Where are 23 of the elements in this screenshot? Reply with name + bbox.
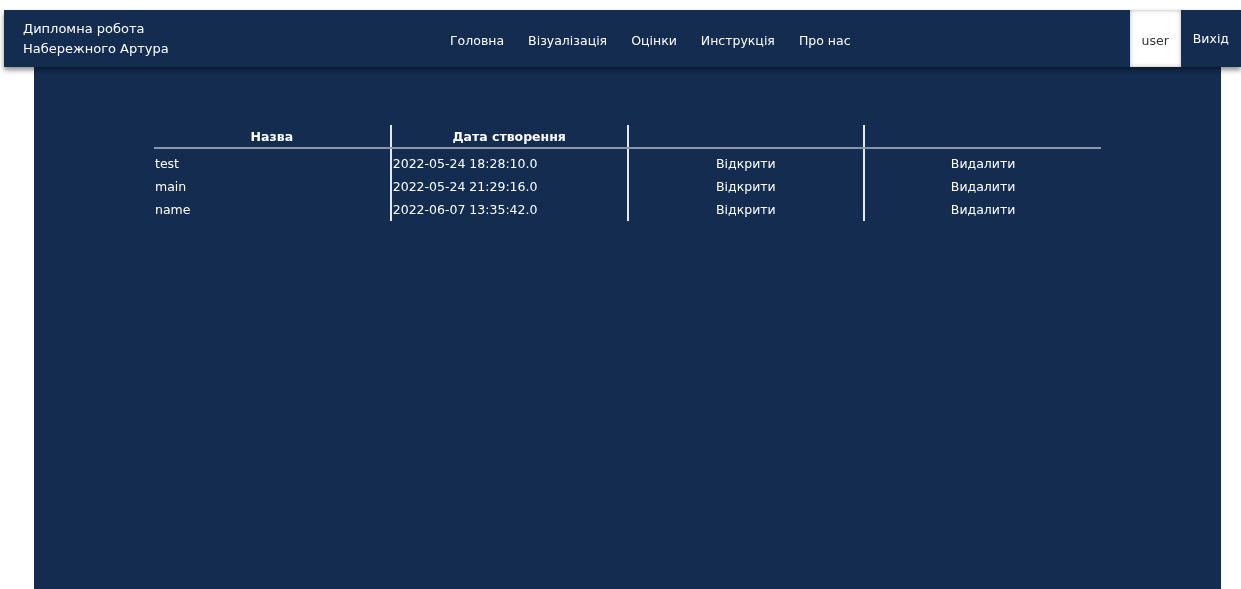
table-cell: 2022-05-24 18:28:10.0 xyxy=(392,156,538,171)
account-link[interactable]: user xyxy=(1129,10,1181,67)
table-cell: test xyxy=(155,156,179,171)
column-header: Назва xyxy=(154,125,391,148)
table-cell: 2022-05-24 21:29:16.0 xyxy=(392,179,538,194)
column-header: Дата створення xyxy=(390,125,628,148)
nav-link[interactable]: Візуалізація xyxy=(516,33,620,48)
nav-link[interactable]: Инструкція xyxy=(688,33,787,48)
open-link[interactable]: Відкрити xyxy=(716,179,776,194)
table-cell: main xyxy=(155,179,187,194)
account-link[interactable]: Вихід xyxy=(1180,10,1241,67)
open-link[interactable]: Відкрити xyxy=(716,156,776,171)
table-cell: 2022-06-07 13:35:42.0 xyxy=(392,202,538,217)
table-cell: name xyxy=(155,202,191,217)
delete-link[interactable]: Видалити xyxy=(950,202,1016,217)
site-title: Набережного Артура xyxy=(23,40,170,58)
delete-link[interactable]: Видалити xyxy=(950,179,1016,194)
delete-link[interactable]: Видалити xyxy=(950,156,1016,171)
site-title: Дипломна робота xyxy=(23,20,146,38)
nav-link[interactable]: Оцінки xyxy=(619,33,689,48)
open-link[interactable]: Відкрити xyxy=(716,202,776,217)
nav-link[interactable]: Головна xyxy=(438,33,517,48)
nav-link[interactable]: Про нас xyxy=(786,33,863,48)
